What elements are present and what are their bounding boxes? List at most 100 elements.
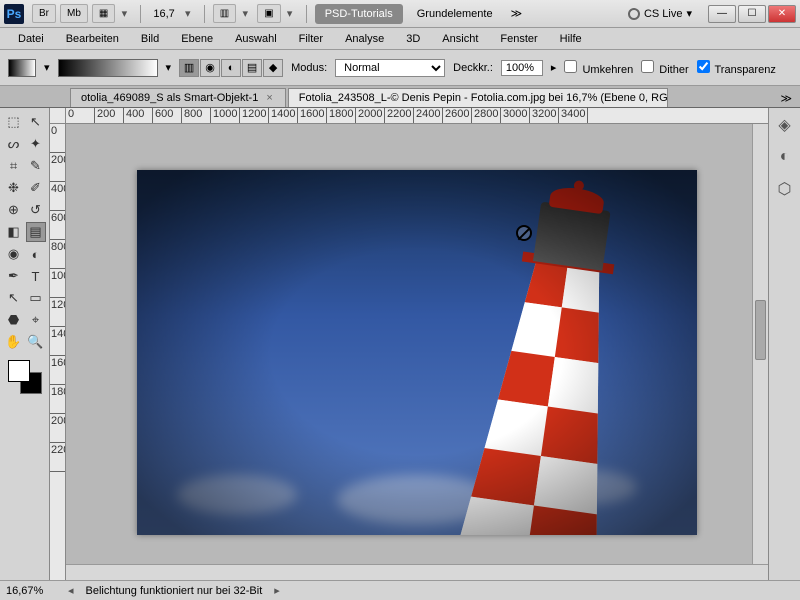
workspace-more-icon[interactable]: ≫ [505,7,529,20]
ruler-tick: 3200 [530,108,559,123]
ruler-tick: 2000 [356,108,385,123]
close-button[interactable]: ✕ [768,5,796,23]
gradient-radial-icon[interactable]: ◉ [200,59,220,77]
ruler-tick: 2200 [50,443,65,472]
eyedropper-tool[interactable]: ✎ [26,156,46,176]
menu-bild[interactable]: Bild [131,30,169,48]
menu-fenster[interactable]: Fenster [490,30,547,48]
zoom-level[interactable]: 16,7 [147,8,180,20]
layers-panel-icon[interactable]: ◈ [774,114,796,136]
ruler-tick: 2600 [443,108,472,123]
minibridge-button[interactable]: Mb [60,4,88,23]
menu-bearbeiten[interactable]: Bearbeiten [56,30,129,48]
gradient-reflected-icon[interactable]: ▤ [242,59,262,77]
ruler-tick: 400 [50,182,65,211]
history-tool[interactable]: ↺ [26,200,46,220]
dropdown-icon[interactable]: ▾ [166,61,172,74]
status-zoom[interactable]: 16,67% [6,585,56,597]
zoom-tool[interactable]: 🔍 [26,332,46,352]
lasso-tool[interactable]: ᔕ [4,134,24,154]
tabs-overflow-icon[interactable]: ≫ [772,90,800,107]
path-tool[interactable]: ↖ [4,288,24,308]
screenmode-button[interactable]: ▣ [257,4,280,23]
workspace-psdtutorials[interactable]: PSD-Tutorials [315,4,403,24]
ruler-horizontal[interactable]: 0200400600800100012001400160018002000220… [66,108,768,124]
cslive-button[interactable]: CS Live ▾ [620,7,700,20]
dropdown-icon[interactable]: ▾ [182,8,194,20]
dither-check[interactable]: Dither [641,60,688,76]
ruler-origin[interactable] [50,108,66,124]
3d-tool[interactable]: ⬣ [4,310,24,330]
eraser-tool[interactable]: ◧ [4,222,24,242]
3dcam-tool[interactable]: ⌖ [26,310,46,330]
menu-hilfe[interactable]: Hilfe [550,30,592,48]
foreground-color[interactable] [8,360,30,382]
pen-tool[interactable]: ✒ [4,266,24,286]
arrange-button[interactable]: ▥ [213,4,236,23]
ruler-tick: 1000 [211,108,240,123]
doc-tab[interactable]: Fotolia_243508_L-© Denis Pepin - Fotolia… [288,88,668,107]
ruler-tick: 200 [95,108,124,123]
menu-analyse[interactable]: Analyse [335,30,394,48]
menu-ebene[interactable]: Ebene [171,30,223,48]
document-canvas[interactable] [137,170,697,535]
channels-panel-icon[interactable]: ◐ [774,146,796,168]
doc-tab[interactable]: otolia_469089_S als Smart-Objekt-1 × [70,88,286,107]
toolbox: ⬚↖ ᔕ✦ ⌗✎ ❉✐ ⊕↺ ◧▤ ◉◐ ✒T ↖▭ ⬣⌖ ✋🔍 [0,108,50,580]
doc-tab-label: otolia_469089_S als Smart-Objekt-1 [81,92,258,104]
ruler-tick: 2800 [472,108,501,123]
scrollbar-vertical[interactable] [752,124,768,564]
dropdown-icon[interactable]: ▾ [44,61,50,74]
view-extras-button[interactable]: ▦ [92,4,115,23]
gradient-diamond-icon[interactable]: ◆ [263,59,283,77]
gradient-preview[interactable] [58,59,158,77]
maximize-button[interactable]: ☐ [738,5,766,23]
dropdown-icon[interactable]: ▾ [239,8,251,20]
minimize-button[interactable]: — [708,5,736,23]
type-tool[interactable]: T [26,266,46,286]
panel-dock: ◈ ◐ ⬡ [768,108,800,580]
gradient-tool[interactable]: ▤ [26,222,46,242]
scroll-thumb[interactable] [755,300,766,360]
modus-select[interactable]: Normal [335,59,445,77]
heal-tool[interactable]: ❉ [4,178,24,198]
canvas-area[interactable] [66,124,768,580]
brush-tool[interactable]: ✐ [26,178,46,198]
ruler-tick: 1400 [269,108,298,123]
blur-tool[interactable]: ◉ [4,244,24,264]
bridge-button[interactable]: Br [32,4,56,23]
ruler-vertical[interactable]: 0200400600800100012001400160018002000220… [50,124,66,580]
arrow-right-icon[interactable]: ▸ [270,584,284,597]
arrow-left-icon[interactable]: ◂ [64,584,78,597]
dodge-tool[interactable]: ◐ [26,244,46,264]
ruler-tick: 400 [124,108,153,123]
color-swatch[interactable] [8,360,42,394]
shape-tool[interactable]: ▭ [26,288,46,308]
hand-tool[interactable]: ✋ [4,332,24,352]
move-tool[interactable]: ⬚ [4,112,24,132]
ruler-tick: 2200 [385,108,414,123]
ruler-tick: 1400 [50,327,65,356]
menu-filter[interactable]: Filter [289,30,333,48]
menu-3d[interactable]: 3D [396,30,430,48]
umkehren-check[interactable]: Umkehren [564,60,633,76]
scrollbar-horizontal[interactable] [66,564,768,580]
tool-preset[interactable] [8,59,36,77]
marquee-tool[interactable]: ↖ [26,112,46,132]
dropdown-icon[interactable]: ▾ [118,8,130,20]
dropdown-icon[interactable]: ▾ [284,8,296,20]
menu-datei[interactable]: Datei [8,30,54,48]
transparenz-check[interactable]: Transparenz [697,60,776,76]
wand-tool[interactable]: ✦ [26,134,46,154]
workspace-grundelemente[interactable]: Grundelemente [407,4,503,24]
paths-panel-icon[interactable]: ⬡ [774,178,796,200]
gradient-angle-icon[interactable]: ◐ [221,59,241,77]
dropdown-icon[interactable]: ▸ [551,61,557,74]
crop-tool[interactable]: ⌗ [4,156,24,176]
menu-ansicht[interactable]: Ansicht [432,30,488,48]
menu-auswahl[interactable]: Auswahl [225,30,287,48]
stamp-tool[interactable]: ⊕ [4,200,24,220]
close-icon[interactable]: × [264,92,274,104]
deckkraft-input[interactable] [501,60,543,76]
gradient-linear-icon[interactable]: ▥ [179,59,199,77]
